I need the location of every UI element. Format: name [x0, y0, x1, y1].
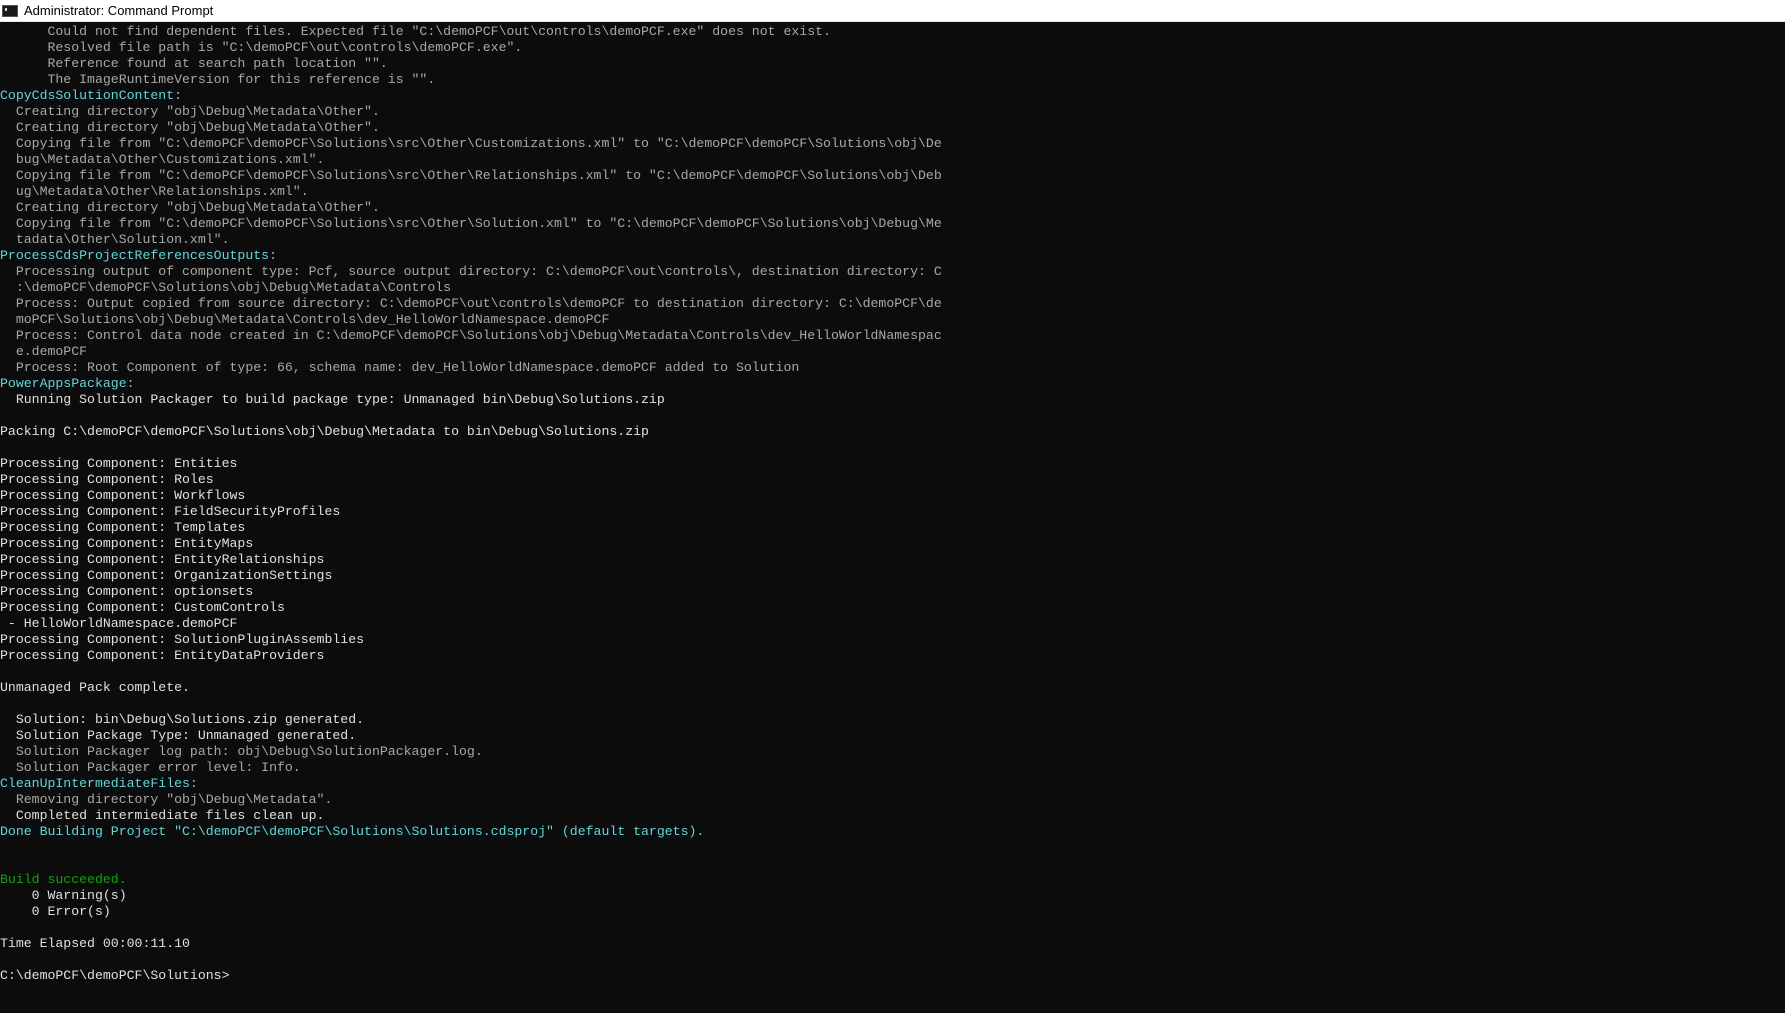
- console-line: The ImageRuntimeVersion for this referen…: [0, 72, 436, 87]
- console-line: Copying file from "C:\demoPCF\demoPCF\So…: [0, 168, 942, 183]
- console-line: Done Building Project "C:\demoPCF\demoPC…: [0, 824, 705, 839]
- console-line: Processing Component: Workflows: [0, 488, 246, 503]
- console-line: tadata\Other\Solution.xml".: [0, 232, 230, 247]
- console-line: Creating directory "obj\Debug\Metadata\O…: [0, 200, 380, 215]
- command-prompt-line[interactable]: C:\demoPCF\demoPCF\Solutions>: [0, 968, 1785, 984]
- console-line: Packing C:\demoPCF\demoPCF\Solutions\obj…: [0, 424, 649, 439]
- console-line: Process: Output copied from source direc…: [0, 296, 942, 311]
- console-line: 0 Error(s): [0, 904, 111, 919]
- console-line: Processing Component: Entities: [0, 456, 238, 471]
- console-line: ug\Metadata\Other\Relationships.xml".: [0, 184, 309, 199]
- window-title: Administrator: Command Prompt: [24, 3, 214, 18]
- console-line: Build succeeded.: [0, 872, 127, 887]
- console-line: Creating directory "obj\Debug\Metadata\O…: [0, 104, 380, 119]
- title-bar[interactable]: Administrator: Command Prompt: [0, 0, 1785, 22]
- console-line: - HelloWorldNamespace.demoPCF: [0, 616, 238, 631]
- console-line: Resolved file path is "C:\demoPCF\out\co…: [0, 40, 523, 55]
- console-line: Solution Packager log path: obj\Debug\So…: [0, 744, 483, 759]
- console-line: Could not find dependent files. Expected…: [0, 24, 831, 39]
- console-line: Copying file from "C:\demoPCF\demoPCF\So…: [0, 216, 942, 231]
- console-line: Solution Package Type: Unmanaged generat…: [0, 728, 357, 743]
- console-output[interactable]: Could not find dependent files. Expected…: [0, 24, 1785, 1013]
- console-line: e.demoPCF: [0, 344, 88, 359]
- command-prompt-window: Administrator: Command Prompt Could not …: [0, 0, 1785, 1013]
- console-line: Process: Root Component of type: 66, sch…: [0, 360, 800, 375]
- console-line: Process: Control data node created in C:…: [0, 328, 942, 343]
- console-line: Processing output of component type: Pcf…: [0, 264, 942, 279]
- console-line: Processing Component: OrganizationSettin…: [0, 568, 333, 583]
- console-line: Completed intermiediate files clean up.: [0, 808, 325, 823]
- console-line: Processing Component: EntityRelationship…: [0, 552, 325, 567]
- console-line: Solution: bin\Debug\Solutions.zip genera…: [0, 712, 365, 727]
- console-line: PowerAppsPackage:: [0, 376, 135, 391]
- console-line: ProcessCdsProjectReferencesOutputs:: [0, 248, 277, 263]
- console-line: Solution Packager error level: Info.: [0, 760, 301, 775]
- console-icon: [2, 4, 18, 17]
- console-line: :\demoPCF\demoPCF\Solutions\obj\Debug\Me…: [0, 280, 452, 295]
- console-line: Creating directory "obj\Debug\Metadata\O…: [0, 120, 380, 135]
- console-line: Running Solution Packager to build packa…: [0, 392, 665, 407]
- console-line: Processing Component: Templates: [0, 520, 246, 535]
- console-line: Reference found at search path location …: [0, 56, 388, 71]
- console-line: 0 Warning(s): [0, 888, 127, 903]
- console-line: Processing Component: EntityMaps: [0, 536, 254, 551]
- console-line: bug\Metadata\Other\Customizations.xml".: [0, 152, 325, 167]
- console-line: moPCF\Solutions\obj\Debug\Metadata\Contr…: [0, 312, 610, 327]
- console-line: Removing directory "obj\Debug\Metadata".: [0, 792, 333, 807]
- console-line: Processing Component: CustomControls: [0, 600, 285, 615]
- console-line: Time Elapsed 00:00:11.10: [0, 936, 190, 951]
- console-line: CleanUpIntermediateFiles:: [0, 776, 198, 791]
- console-line: Processing Component: EntityDataProvider…: [0, 648, 325, 663]
- console-line: CopyCdsSolutionContent:: [0, 88, 183, 103]
- console-line: Unmanaged Pack complete.: [0, 680, 190, 695]
- console-line: Copying file from "C:\demoPCF\demoPCF\So…: [0, 136, 942, 151]
- console-line: Processing Component: FieldSecurityProfi…: [0, 504, 341, 519]
- console-line: Processing Component: Roles: [0, 472, 214, 487]
- console-line: Processing Component: optionsets: [0, 584, 254, 599]
- console-line: Processing Component: SolutionPluginAsse…: [0, 632, 365, 647]
